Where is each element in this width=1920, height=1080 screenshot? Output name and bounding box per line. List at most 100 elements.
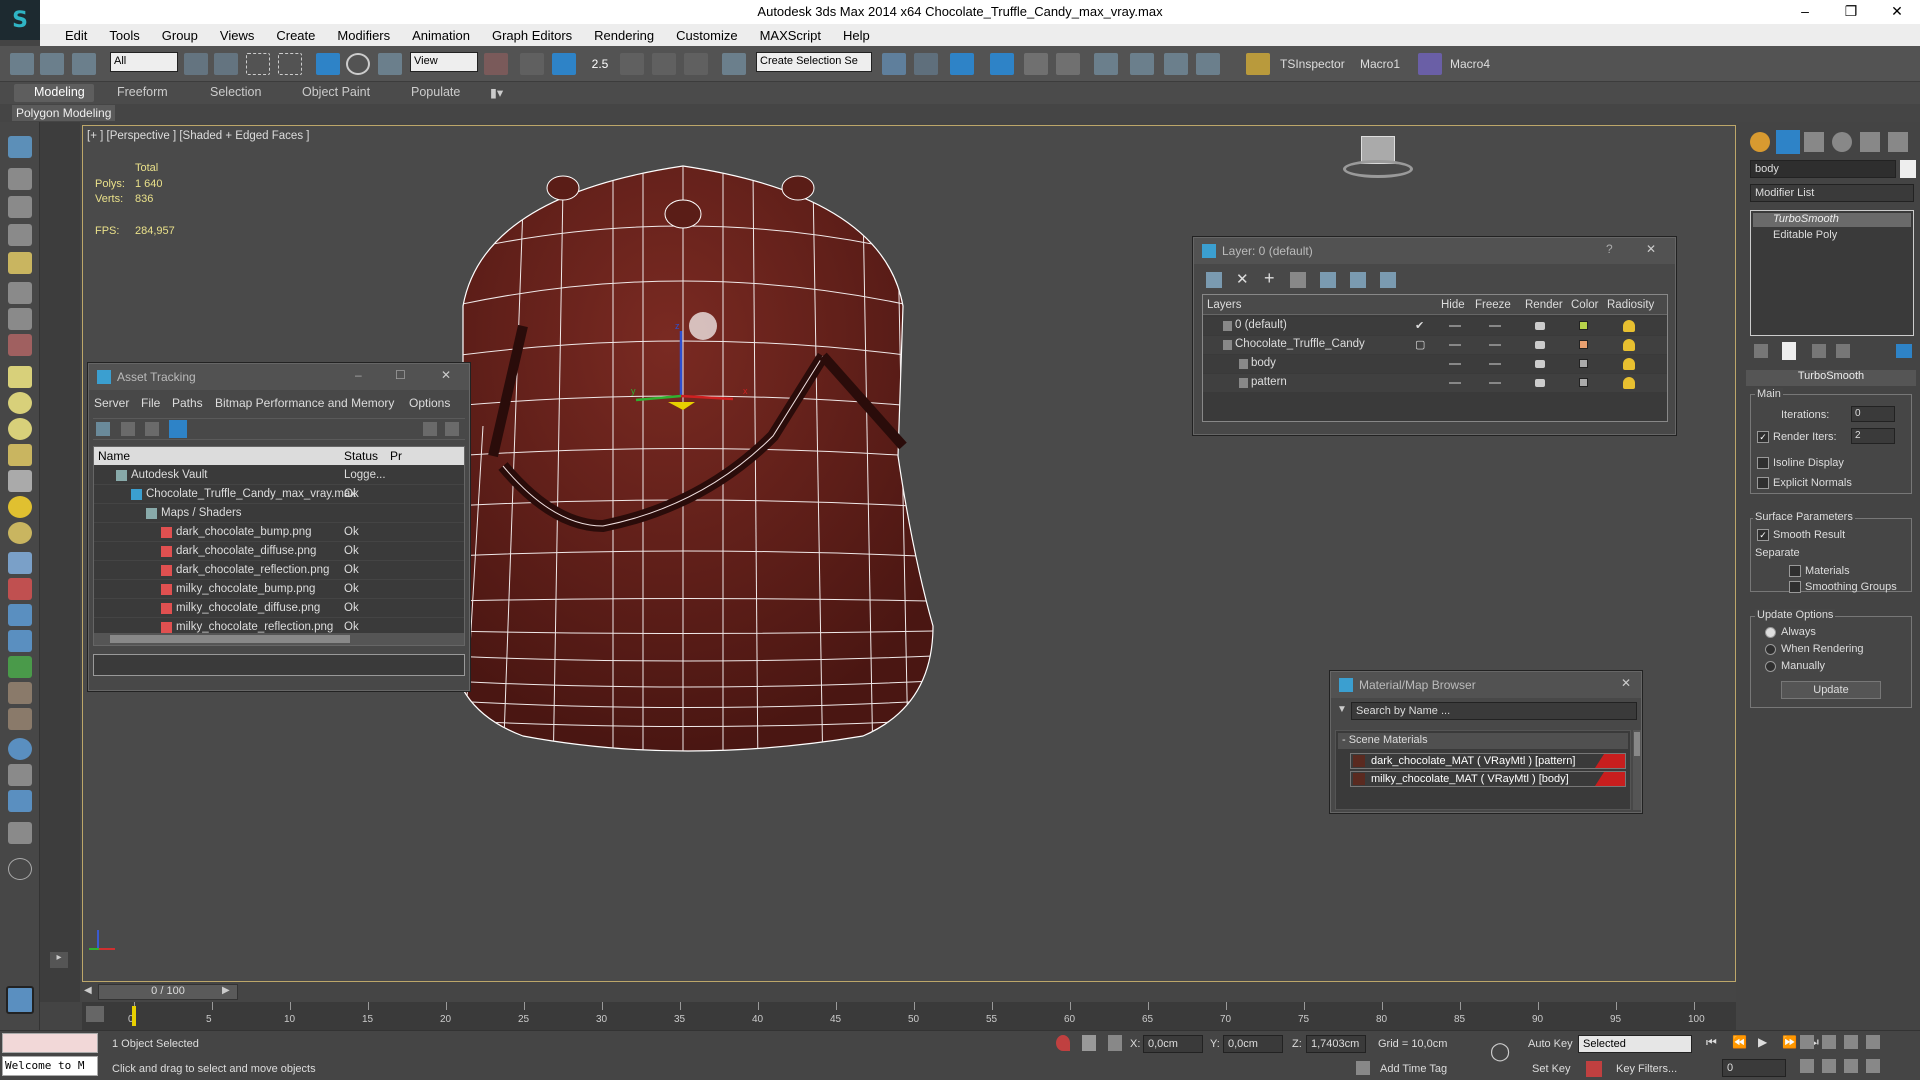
current-frame-marker[interactable] xyxy=(132,1006,136,1026)
smooth-result-checkbox[interactable]: ✓ xyxy=(1757,529,1769,541)
geosphere-icon[interactable] xyxy=(8,444,32,466)
next-key-icon[interactable]: ⏩ xyxy=(1782,1035,1797,1049)
render-iters-checkbox[interactable]: ✓ xyxy=(1757,431,1769,443)
explicit-normals-checkbox[interactable] xyxy=(1757,477,1769,489)
modify-tab-icon[interactable] xyxy=(1776,130,1800,154)
expand-arrow-icon[interactable]: ▸ xyxy=(50,952,68,968)
render-teapot-icon[interactable] xyxy=(1535,322,1545,330)
grid-icon[interactable] xyxy=(8,224,32,246)
turbosmooth-rollout[interactable]: TurboSmooth xyxy=(1746,370,1916,386)
active-layer-check-icon[interactable]: ✔ xyxy=(1415,319,1424,332)
asset-row[interactable]: milky_chocolate_bump.png Ok xyxy=(94,581,464,599)
asset-path-field[interactable] xyxy=(93,654,465,676)
freeze-all-icon[interactable] xyxy=(1380,272,1396,288)
object-name-field[interactable]: body xyxy=(1750,160,1896,178)
refresh-icon[interactable] xyxy=(96,422,110,436)
menu-help[interactable]: Help xyxy=(832,28,881,43)
isoline-checkbox[interactable] xyxy=(1757,457,1769,469)
pin-stack-icon[interactable] xyxy=(1754,344,1768,358)
camera-icon[interactable] xyxy=(8,282,32,304)
asset-menu-bitmap[interactable]: Bitmap Performance and Memory xyxy=(215,396,394,410)
goto-start-icon[interactable]: ⏮ xyxy=(1706,1035,1717,1050)
render-icon[interactable] xyxy=(1196,53,1220,75)
render-setup-icon[interactable] xyxy=(1130,53,1154,75)
y-coordinate-field[interactable]: 0,0cm xyxy=(1223,1035,1283,1053)
layer-manager-icon[interactable] xyxy=(950,53,974,75)
schematic-view-icon[interactable] xyxy=(1056,53,1080,75)
select-by-name-icon[interactable] xyxy=(214,53,238,75)
delete-layer-icon[interactable]: ✕ xyxy=(1236,270,1249,288)
menu-tools[interactable]: Tools xyxy=(98,28,150,43)
material-search-field[interactable]: Search by Name ... xyxy=(1351,702,1637,720)
sun-icon[interactable] xyxy=(8,496,32,518)
play-icon[interactable]: ▶ xyxy=(1758,1035,1767,1049)
configure-sets-icon[interactable] xyxy=(1896,344,1912,358)
auto-key-button[interactable]: Auto Key xyxy=(1528,1038,1573,1050)
menu-rendering[interactable]: Rendering xyxy=(583,28,665,43)
hair-icon[interactable] xyxy=(8,682,32,704)
freeze-toggle[interactable] xyxy=(1489,325,1501,327)
rotate-icon[interactable] xyxy=(346,53,370,75)
key-selection-dropdown[interactable]: Selected xyxy=(1578,1035,1692,1053)
absolute-mode-icon[interactable] xyxy=(1108,1035,1122,1051)
manipulate-icon[interactable] xyxy=(520,53,544,75)
layer-row[interactable]: pattern xyxy=(1203,374,1667,392)
menu-animation[interactable]: Animation xyxy=(401,28,481,43)
col-pr[interactable]: Pr xyxy=(390,449,402,463)
layer-color-swatch[interactable] xyxy=(1579,378,1588,387)
layer-color-swatch[interactable] xyxy=(1579,340,1588,349)
move-icon[interactable] xyxy=(316,53,340,75)
render-scene-icon[interactable] xyxy=(8,790,32,812)
close-button[interactable]: ✕ xyxy=(1874,0,1920,24)
col-layers[interactable]: Layers xyxy=(1207,299,1242,311)
hide-toggle[interactable] xyxy=(1449,344,1461,346)
layer-color-swatch[interactable] xyxy=(1579,321,1588,330)
motion-tab-icon[interactable] xyxy=(1832,132,1852,152)
stack-turbosmooth[interactable]: TurboSmooth xyxy=(1753,213,1911,227)
selection-filter-dropdown[interactable]: All xyxy=(110,52,178,72)
vault-help-icon[interactable] xyxy=(423,422,437,436)
audio-icon[interactable] xyxy=(8,308,32,330)
asset-row[interactable]: milky_chocolate_diffuse.png Ok xyxy=(94,600,464,618)
snap-toggle-icon[interactable]: 2.5 xyxy=(588,53,612,75)
asset-maximize-button[interactable]: ☐ xyxy=(395,368,406,382)
layer-row[interactable]: Chocolate_Truffle_Candy ▢ xyxy=(1203,336,1667,354)
material-editor-icon[interactable] xyxy=(1094,53,1118,75)
set-active-layer-icon[interactable]: ▢ xyxy=(1415,338,1425,351)
sphere-icon[interactable] xyxy=(8,392,32,414)
radiosity-icon[interactable] xyxy=(1623,358,1635,370)
pan-icon[interactable] xyxy=(1822,1059,1836,1073)
rendered-frame-icon[interactable] xyxy=(1164,53,1188,75)
keyboard-shortcut-icon[interactable] xyxy=(552,53,576,75)
render-teapot-icon[interactable] xyxy=(1535,360,1545,368)
time-slider[interactable]: ◀ 0 / 100 ▶ xyxy=(82,982,1736,1002)
set-key-button[interactable]: Set Key xyxy=(1532,1063,1571,1075)
col-color[interactable]: Color xyxy=(1571,299,1598,311)
unlink-icon[interactable] xyxy=(40,53,64,75)
update-button[interactable]: Update xyxy=(1781,681,1881,699)
hierarchy-tab-icon[interactable] xyxy=(1804,132,1824,152)
asset-menu-server[interactable]: Server xyxy=(94,396,129,410)
ball-icon[interactable] xyxy=(8,522,32,544)
smoothing-groups-checkbox[interactable] xyxy=(1789,581,1801,593)
named-selection-dropdown[interactable]: Create Selection Se xyxy=(756,52,872,72)
create-tab-icon[interactable] xyxy=(1750,132,1770,152)
app-logo-icon[interactable]: S xyxy=(0,0,40,40)
layer-row[interactable]: body xyxy=(1203,355,1667,373)
dynamics-icon[interactable] xyxy=(8,578,32,600)
x-coordinate-field[interactable]: 0,0cm xyxy=(1143,1035,1203,1053)
angle-snap-icon[interactable] xyxy=(620,53,644,75)
menu-group[interactable]: Group xyxy=(151,28,209,43)
mirror-icon[interactable] xyxy=(882,53,906,75)
grid-view-icon[interactable] xyxy=(169,420,187,438)
display-tab-icon[interactable] xyxy=(1860,132,1880,152)
asset-row[interactable]: Chocolate_Truffle_Candy_max_vray.max Ok xyxy=(94,486,464,504)
window-crossing-icon[interactable] xyxy=(278,53,302,75)
tab-freeform[interactable]: Freeform xyxy=(117,85,168,99)
asset-row[interactable]: dark_chocolate_bump.png Ok xyxy=(94,524,464,542)
when-rendering-radio[interactable] xyxy=(1765,644,1776,655)
maxscript-mini-listener[interactable]: Welcome to M xyxy=(2,1056,98,1076)
menu-graph-editors[interactable]: Graph Editors xyxy=(481,28,583,43)
col-render[interactable]: Render xyxy=(1525,299,1563,311)
maximize-viewport-icon[interactable] xyxy=(1866,1059,1880,1073)
